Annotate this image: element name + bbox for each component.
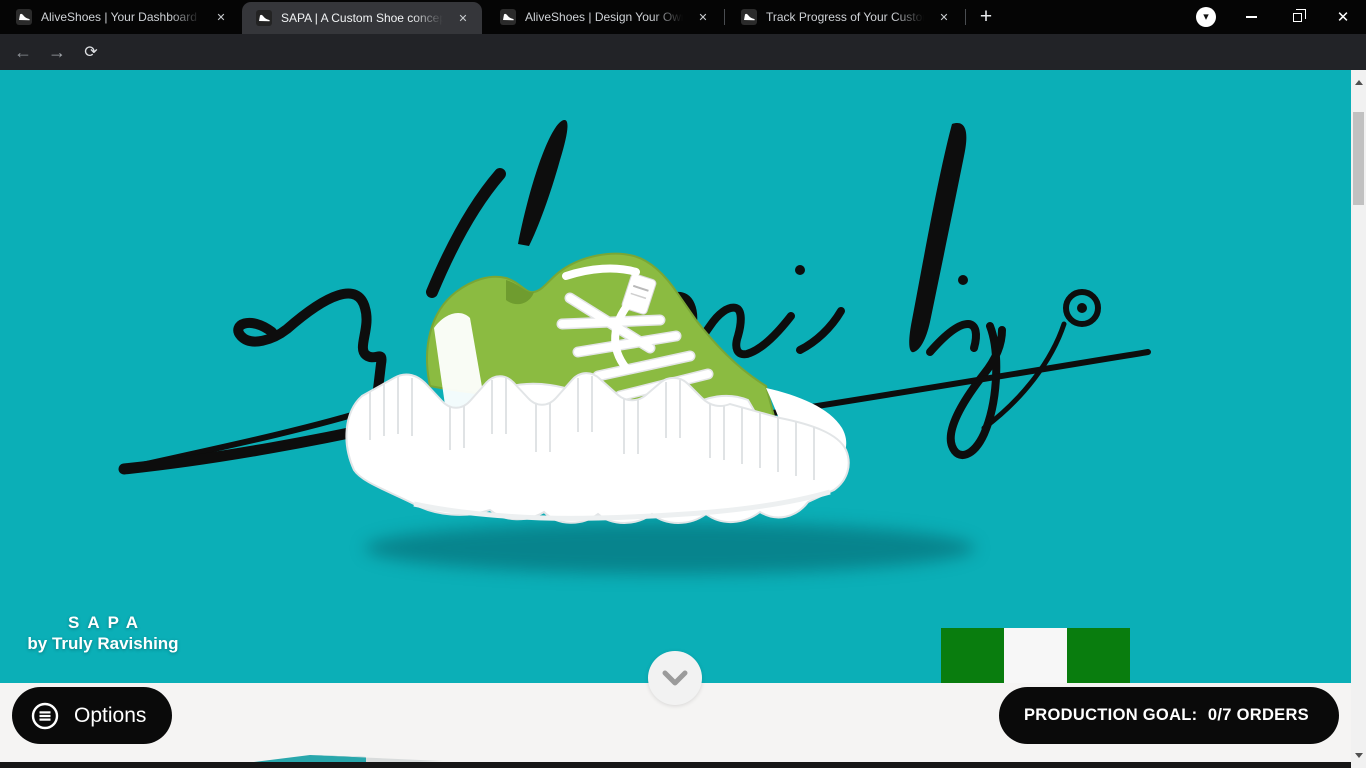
restore-icon [1293,13,1302,22]
scrollbar-thumb[interactable] [1353,112,1364,205]
scrollbar-up-arrow[interactable] [1351,75,1366,90]
tab-sapa-active[interactable]: SAPA | A Custom Shoe concept b ✕ [242,2,482,34]
tab-separator [724,9,725,25]
browser-window: AliveShoes | Your Dashboard ✕ SAPA | A C… [0,0,1366,768]
flag-green-band [941,628,1004,683]
scroll-down-button[interactable] [648,651,702,705]
tab-title: SAPA | A Custom Shoe concept b [281,11,448,25]
flag-green-band [1067,628,1130,683]
tab-strip: AliveShoes | Your Dashboard ✕ SAPA | A C… [0,0,1366,34]
next-section-edge [0,762,1351,768]
options-button[interactable]: Options [12,687,172,744]
aliveshoes-favicon-shoe-icon [500,9,516,25]
production-goal-value: 0/7 ORDERS [1208,706,1309,725]
tab-track-progress[interactable]: Track Progress of Your Custom Sh ✕ [727,0,963,34]
browser-toolbar: ← → ⟳ aliveshoes.com/sapa ☆ [0,34,1366,70]
production-goal-badge: PRODUCTION GOAL: 0/7 ORDERS [999,687,1339,744]
flag-white-band [1004,628,1067,683]
tab-separator [965,9,966,25]
aliveshoes-favicon-shoe-icon [741,9,757,25]
scrollbar-down-arrow[interactable] [1351,748,1366,763]
brand-title: SAPA [26,613,188,633]
window-close-button[interactable]: ✕ [1320,0,1366,34]
minimize-icon [1246,16,1257,18]
aliveshoes-favicon-shoe-icon [256,10,272,26]
tab-design-your-own[interactable]: AliveShoes | Design Your Own ✕ [486,0,722,34]
brand-block: SAPA by Truly Ravishing [18,613,188,654]
hamburger-circle-icon [30,701,60,731]
forward-button[interactable]: → [40,34,74,70]
tab-close-icon[interactable]: ✕ [694,8,712,26]
options-label: Options [74,704,146,728]
new-tab-button[interactable]: + [972,3,1000,31]
tab-title: Track Progress of Your Custom Sh [766,10,929,24]
tab-dashboard[interactable]: AliveShoes | Your Dashboard ✕ [2,0,240,34]
sneaker-product-image [330,228,990,590]
media-controls-button[interactable]: ▾ [1196,7,1216,27]
brand-subtitle: by Truly Ravishing [18,634,188,654]
aliveshoes-favicon-shoe-icon [16,9,32,25]
tab-title: AliveShoes | Design Your Own [525,10,688,24]
minimize-button[interactable] [1228,0,1274,34]
back-button[interactable]: ← [6,34,40,70]
tab-close-icon[interactable]: ✕ [212,8,230,26]
nigeria-flag [941,628,1130,683]
restore-button[interactable] [1274,0,1320,34]
page-content: Truly Ravishing [0,70,1351,768]
chevron-down-icon [662,670,688,686]
tab-close-icon[interactable]: ✕ [935,8,953,26]
production-goal-label: PRODUCTION GOAL: [1024,706,1197,725]
signature-text: Truly Ravishing [0,70,1,71]
reload-button[interactable]: ⟳ [74,34,108,70]
hero-section: Truly Ravishing [0,70,1351,683]
tab-title: AliveShoes | Your Dashboard [41,10,206,24]
tab-close-icon[interactable]: ✕ [454,9,472,27]
page-scrollbar[interactable] [1351,70,1366,768]
